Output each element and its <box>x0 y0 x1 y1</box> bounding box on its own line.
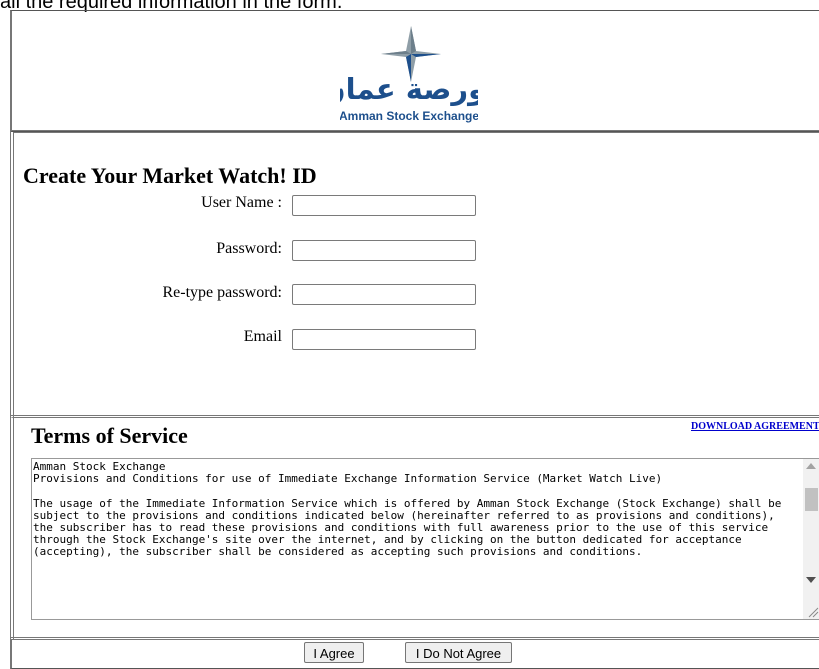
terms-textarea[interactable]: Amman Stock Exchange Provisions and Cond… <box>31 458 819 620</box>
scroll-down-arrow-icon[interactable] <box>806 577 816 583</box>
email-input[interactable] <box>292 329 476 350</box>
terms-scrollbar[interactable] <box>803 459 819 619</box>
download-agreement-link[interactable]: DOWNLOAD AGREEMENT <box>691 421 819 432</box>
exchange-star-icon: بورصة عمان Amman Stock Exchange <box>321 16 497 128</box>
terms-text: Amman Stock Exchange Provisions and Cond… <box>33 460 782 559</box>
logo-english-text: Amman Stock Exchange <box>340 109 478 123</box>
email-label: Email <box>243 328 282 345</box>
scroll-thumb[interactable] <box>805 488 818 511</box>
username-label: User Name : <box>201 194 282 211</box>
disagree-button[interactable]: I Do Not Agree <box>405 642 512 663</box>
agree-button[interactable]: I Agree <box>304 642 364 663</box>
logo-arabic-text: بورصة عمان <box>340 72 478 106</box>
retype-password-input[interactable] <box>292 284 476 305</box>
username-input[interactable] <box>292 195 476 216</box>
retype-password-label: Re-type password: <box>162 284 282 301</box>
password-input[interactable] <box>292 240 476 261</box>
scroll-up-arrow-icon[interactable] <box>806 463 816 469</box>
amman-stock-exchange-logo: بورصة عمان Amman Stock Exchange <box>321 16 497 128</box>
form-title: Create Your Market Watch! ID <box>23 163 317 188</box>
password-label: Password: <box>216 240 282 257</box>
terms-title: Terms of Service <box>31 423 188 448</box>
resize-grip-icon[interactable] <box>807 606 819 618</box>
